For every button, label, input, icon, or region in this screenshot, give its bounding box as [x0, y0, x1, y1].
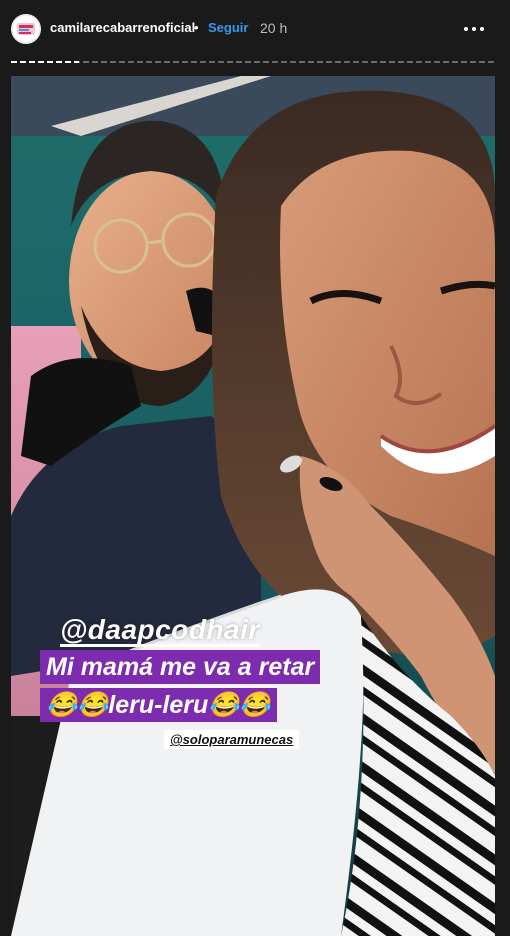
story-progress-bar	[11, 61, 495, 63]
username-link[interactable]: camilarecabarrenoficial	[50, 20, 195, 35]
caption-line-2: 😂😂leru-leru😂😂	[40, 688, 277, 722]
separator-dot: •	[194, 20, 199, 35]
progress-track	[11, 61, 495, 63]
mention-small-text: @soloparamunecas	[170, 732, 294, 747]
mention-underline	[60, 644, 260, 647]
mention-main-text: @daapcodhair	[60, 614, 260, 645]
mention-tag-main[interactable]: @daapcodhair	[60, 614, 260, 647]
profile-avatar-icon[interactable]	[11, 14, 41, 44]
story-photo	[11, 76, 495, 936]
follow-button[interactable]: Seguir	[208, 20, 248, 35]
post-time: 20 h	[260, 20, 288, 36]
progress-fill	[11, 61, 79, 63]
story-header: camilarecabarrenoficial • Seguir 20 h	[0, 0, 510, 60]
caption-line-1: Mi mamá me va a retar	[40, 650, 321, 684]
story-media[interactable]: Mi mamá me va a retar 😂😂leru-leru😂😂 @daa…	[11, 76, 495, 936]
more-options-icon[interactable]	[458, 14, 490, 44]
mention-tag-small[interactable]: @soloparamunecas	[164, 730, 300, 749]
